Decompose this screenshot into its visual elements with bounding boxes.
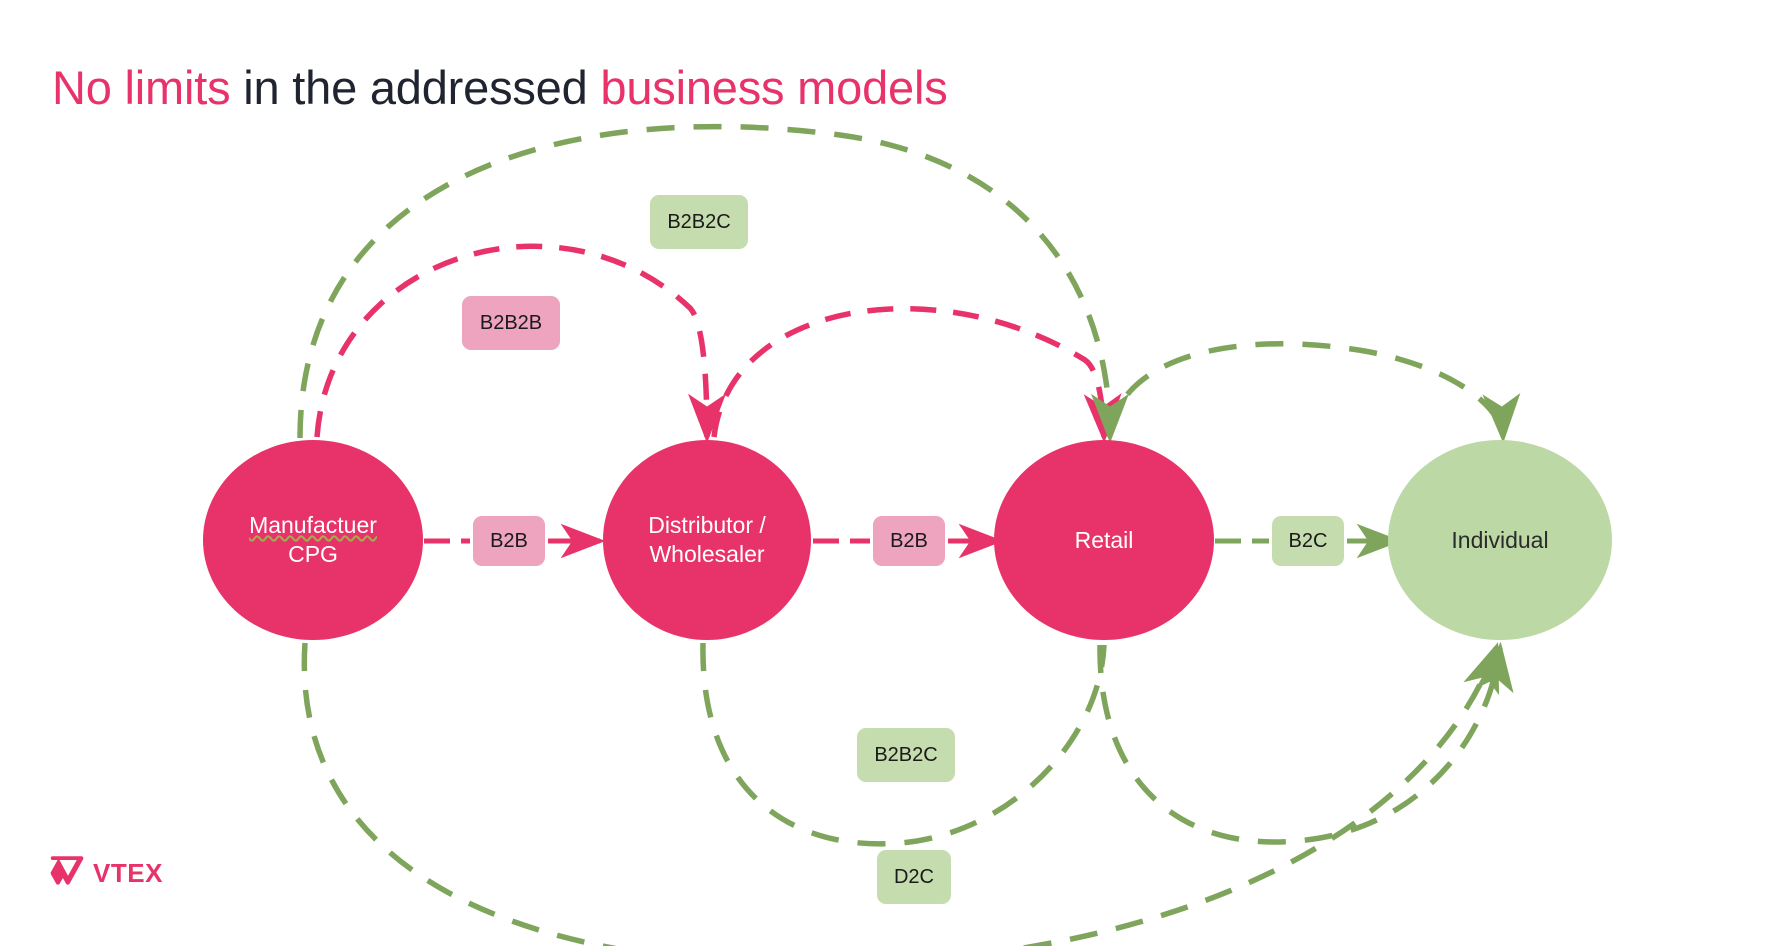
node-retail-label: Retail	[1074, 526, 1134, 553]
edge-arc-distributor-to-retail	[711, 305, 1122, 444]
node-manufacturer-label-line2: CPG	[288, 541, 338, 567]
node-distributor-label-line2: Wholesaler	[649, 541, 765, 567]
badge-b2b-1-label: B2B	[490, 529, 528, 552]
badge-b2b2c-bottom[interactable]: B2B2C	[857, 728, 955, 782]
badge-d2c[interactable]: D2C	[877, 850, 951, 904]
vtex-wordmark: VTEX	[93, 857, 163, 888]
vtex-logo: VTEX	[50, 855, 163, 891]
node-distributor-label-line1: Distributor /	[648, 512, 766, 539]
badge-b2b-2[interactable]: B2B	[873, 516, 945, 566]
badge-b2b2c-top[interactable]: B2B2C	[650, 195, 748, 249]
node-distributor[interactable]: Distributor / Wholesaler	[603, 440, 811, 640]
node-manufacturer-label: Manufactuer CPG	[203, 511, 423, 569]
badge-b2b2c-bottom-label: B2B2C	[874, 743, 938, 766]
node-distributor-label: Distributor / Wholesaler	[603, 511, 811, 569]
node-manufacturer[interactable]: Manufactuer CPG	[203, 440, 423, 640]
badge-b2b2c-top-label: B2B2C	[667, 210, 731, 233]
vtex-triangle-icon	[50, 855, 84, 891]
badge-b2c[interactable]: B2C	[1272, 516, 1344, 566]
badge-b2b2b-label: B2B2B	[479, 311, 543, 334]
node-individual-label: Individual	[1451, 526, 1549, 553]
badge-b2b-1[interactable]: B2B	[473, 516, 545, 566]
badge-b2b2b[interactable]: B2B2B	[462, 296, 560, 350]
node-individual[interactable]: Individual	[1388, 440, 1612, 640]
edge-arc-retail-to-individual	[1106, 341, 1521, 444]
badge-d2c-label: D2C	[893, 865, 934, 888]
node-manufacturer-label-line1: Manufactuer	[249, 512, 377, 539]
node-retail[interactable]: Retail	[994, 440, 1214, 640]
badge-b2b-2-label: B2B	[890, 529, 928, 552]
badge-b2c-label: B2C	[1288, 529, 1328, 552]
